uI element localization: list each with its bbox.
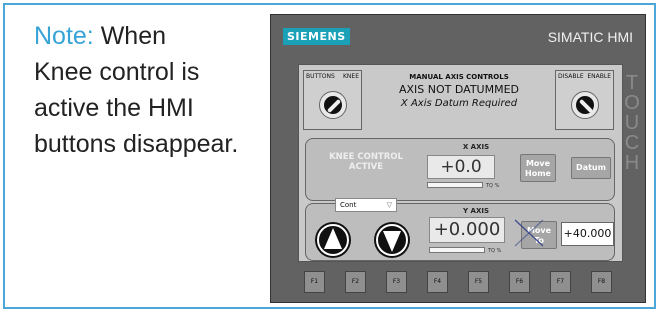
note-line4: buttons disappear. — [34, 130, 239, 158]
y-axis-setpoint-input[interactable]: +40.000 — [561, 222, 614, 246]
touch-label: TOUCH — [624, 72, 640, 174]
note-line2: Knee control is — [34, 58, 200, 86]
x-axis-torque-label: TQ % — [486, 183, 500, 189]
y-axis-title: Y AXIS — [463, 207, 489, 215]
function-key-f4[interactable]: F4 — [427, 271, 448, 293]
jog-mode-select[interactable]: Cont ▽ — [335, 198, 397, 212]
enable-selector-knob[interactable] — [571, 91, 599, 119]
hmi-screen: BUTTONS KNEE MANUAL AXIS CONTROLS AXIS N… — [298, 64, 623, 262]
function-key-f3[interactable]: F3 — [386, 271, 407, 293]
hmi-panel: SIEMENS SIMATIC HMI TOUCH BUTTONS KNEE M… — [270, 14, 646, 303]
y-axis-torque-label: TQ % — [488, 248, 502, 254]
note-line1: When — [93, 22, 167, 50]
note-text: Note: When Knee control is active the HM… — [34, 18, 254, 162]
jog-up-button[interactable] — [315, 222, 351, 258]
x-axis-torque-bar — [427, 182, 483, 188]
function-key-f2[interactable]: F2 — [345, 271, 366, 293]
down-arrow-icon — [376, 224, 408, 256]
move-home-button[interactable]: Move Home — [520, 154, 556, 182]
datum-button[interactable]: Datum — [571, 157, 611, 179]
note-line3: active the HMI — [34, 94, 194, 122]
buttons-knee-switch-panel: BUTTONS KNEE — [303, 70, 362, 130]
function-key-f6[interactable]: F6 — [509, 271, 530, 293]
y-axis-torque-bar — [429, 247, 485, 253]
enable-switch-panel: DISABLE ENABLE — [555, 70, 614, 130]
x-axis-panel: KNEE CONTROL ACTIVE X AXIS +0.0 TQ % Mov… — [305, 138, 615, 201]
buttons-knee-selector-knob[interactable] — [319, 91, 347, 119]
note-lead: Note: — [34, 22, 94, 50]
jog-mode-value: Cont — [340, 201, 357, 209]
switch-label-enable: ENABLE — [587, 73, 611, 80]
hmi-header: SIEMENS SIMATIC HMI — [271, 15, 645, 59]
y-axis-position-readout: +0.000 — [429, 217, 505, 243]
x-axis-position-readout: +0.0 — [427, 155, 495, 179]
chevron-down-icon: ▽ — [386, 201, 392, 209]
simatic-label: SIMATIC HMI — [547, 29, 633, 45]
jog-down-button[interactable] — [374, 222, 410, 258]
move-to-button[interactable]: Move To — [521, 221, 557, 249]
knee-control-active-text: KNEE CONTROL ACTIVE — [329, 152, 403, 172]
axis-status-text: AXIS NOT DATUMMED — [398, 83, 519, 96]
switch-label-buttons: BUTTONS — [306, 73, 335, 80]
x-axis-title: X AXIS — [462, 143, 490, 151]
manual-controls-title: MANUAL AXIS CONTROLS — [409, 73, 509, 81]
switch-label-disable: DISABLE — [558, 73, 584, 80]
datum-required-text: X Axis Datum Required — [400, 98, 518, 109]
function-key-f7[interactable]: F7 — [550, 271, 571, 293]
function-key-row: F1 F2 F3 F4 F5 F6 F7 F8 — [304, 271, 624, 293]
function-key-f5[interactable]: F5 — [468, 271, 489, 293]
function-key-f1[interactable]: F1 — [304, 271, 325, 293]
switch-label-knee: KNEE — [342, 73, 359, 80]
function-key-f8[interactable]: F8 — [591, 271, 612, 293]
up-arrow-icon — [317, 224, 349, 256]
siemens-logo: SIEMENS — [283, 28, 350, 45]
